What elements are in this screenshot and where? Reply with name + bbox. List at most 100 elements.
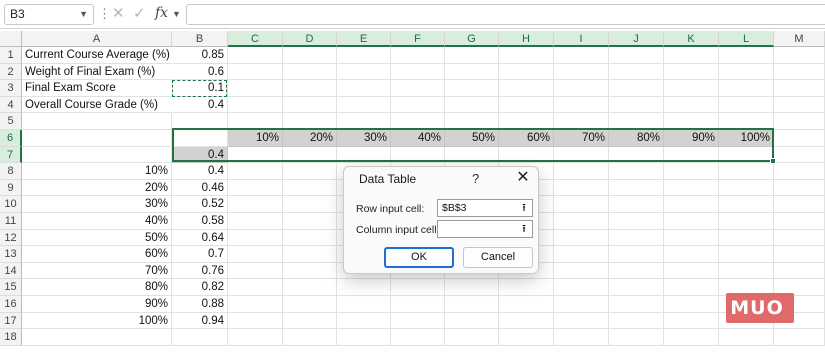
cell-k13[interactable] bbox=[664, 246, 719, 263]
cell-i3[interactable] bbox=[554, 80, 609, 97]
row-header-4[interactable]: 4 bbox=[0, 96, 22, 114]
cell-m8[interactable] bbox=[774, 163, 825, 180]
cell-g6[interactable]: 50% bbox=[445, 130, 499, 147]
cell-b10[interactable]: 0.52 bbox=[172, 196, 228, 213]
cell-j8[interactable] bbox=[609, 163, 664, 180]
cell-k14[interactable] bbox=[664, 262, 719, 280]
cell-c16[interactable] bbox=[228, 296, 283, 313]
cell-l7[interactable] bbox=[719, 146, 774, 164]
row-header-1[interactable]: 1 bbox=[0, 47, 22, 64]
cell-l11[interactable] bbox=[719, 213, 774, 230]
cell-g18[interactable] bbox=[445, 329, 499, 346]
fill-handle[interactable] bbox=[770, 158, 776, 164]
cell-i8[interactable] bbox=[554, 163, 609, 180]
cell-k12[interactable] bbox=[664, 229, 719, 247]
cell-i15[interactable] bbox=[554, 279, 609, 296]
cell-c18[interactable] bbox=[228, 329, 283, 346]
cell-c9[interactable] bbox=[228, 179, 283, 197]
row-header-9[interactable]: 9 bbox=[0, 179, 22, 197]
cell-d9[interactable] bbox=[283, 179, 337, 197]
row-header-11[interactable]: 11 bbox=[0, 213, 22, 230]
cell-d17[interactable] bbox=[283, 312, 337, 330]
cell-j12[interactable] bbox=[609, 229, 664, 247]
cell-b8[interactable]: 0.4 bbox=[172, 163, 228, 180]
cell-j3[interactable] bbox=[609, 80, 664, 97]
cell-i11[interactable] bbox=[554, 213, 609, 230]
close-icon[interactable]: ✕ bbox=[512, 167, 534, 189]
cell-f6[interactable]: 40% bbox=[391, 130, 445, 147]
cell-k1[interactable] bbox=[664, 47, 719, 64]
column-header-j[interactable]: J bbox=[609, 31, 664, 47]
column-header-c[interactable]: C bbox=[228, 31, 283, 47]
row-header-12[interactable]: 12 bbox=[0, 229, 22, 247]
cell-i7[interactable] bbox=[554, 146, 609, 164]
cell-i5[interactable] bbox=[554, 113, 609, 130]
cell-c10[interactable] bbox=[228, 196, 283, 213]
row-header-14[interactable]: 14 bbox=[0, 262, 22, 280]
cell-d16[interactable] bbox=[283, 296, 337, 313]
formula-input[interactable] bbox=[186, 4, 825, 25]
column-header-e[interactable]: E bbox=[337, 31, 391, 47]
cell-g4[interactable] bbox=[445, 96, 499, 114]
cell-a16[interactable]: 90% bbox=[22, 296, 172, 313]
cell-i13[interactable] bbox=[554, 246, 609, 263]
cell-b13[interactable]: 0.7 bbox=[172, 246, 228, 263]
cell-j17[interactable] bbox=[609, 312, 664, 330]
cell-m12[interactable] bbox=[774, 229, 825, 247]
cell-i14[interactable] bbox=[554, 262, 609, 280]
cell-e2[interactable] bbox=[337, 63, 391, 81]
row-header-13[interactable]: 13 bbox=[0, 246, 22, 263]
cell-h3[interactable] bbox=[499, 80, 554, 97]
cell-d8[interactable] bbox=[283, 163, 337, 180]
cell-h15[interactable] bbox=[499, 279, 554, 296]
cell-c2[interactable] bbox=[228, 63, 283, 81]
cell-b2[interactable]: 0.6 bbox=[172, 63, 228, 81]
column-input-field[interactable] bbox=[437, 220, 517, 238]
cell-d12[interactable] bbox=[283, 229, 337, 247]
select-all-corner[interactable] bbox=[0, 31, 22, 47]
cell-b5[interactable] bbox=[172, 113, 228, 130]
cell-d1[interactable] bbox=[283, 47, 337, 64]
row-header-15[interactable]: 15 bbox=[0, 279, 22, 296]
cell-h16[interactable] bbox=[499, 296, 554, 313]
cell-c3[interactable] bbox=[228, 80, 283, 97]
cell-i6[interactable]: 70% bbox=[554, 130, 609, 147]
column-header-a[interactable]: A bbox=[22, 31, 172, 47]
cell-m3[interactable] bbox=[774, 80, 825, 97]
cell-k15[interactable] bbox=[664, 279, 719, 296]
cell-g15[interactable] bbox=[445, 279, 499, 296]
help-icon[interactable]: ? bbox=[472, 171, 479, 186]
cell-e3[interactable] bbox=[337, 80, 391, 97]
cell-k5[interactable] bbox=[664, 113, 719, 130]
column-header-i[interactable]: I bbox=[554, 31, 609, 47]
column-header-g[interactable]: G bbox=[445, 31, 499, 47]
cell-m2[interactable] bbox=[774, 63, 825, 81]
cell-k6[interactable]: 90% bbox=[664, 130, 719, 147]
cell-c8[interactable] bbox=[228, 163, 283, 180]
cell-m6[interactable] bbox=[774, 130, 825, 147]
cell-j9[interactable] bbox=[609, 179, 664, 197]
cell-e15[interactable] bbox=[337, 279, 391, 296]
cell-i16[interactable] bbox=[554, 296, 609, 313]
cell-c5[interactable] bbox=[228, 113, 283, 130]
cell-g17[interactable] bbox=[445, 312, 499, 330]
column-header-l[interactable]: L bbox=[719, 31, 774, 47]
cell-c15[interactable] bbox=[228, 279, 283, 296]
cell-i4[interactable] bbox=[554, 96, 609, 114]
cell-b14[interactable]: 0.76 bbox=[172, 262, 228, 280]
cell-c4[interactable] bbox=[228, 96, 283, 114]
cell-l10[interactable] bbox=[719, 196, 774, 213]
cell-l14[interactable] bbox=[719, 262, 774, 280]
cell-k11[interactable] bbox=[664, 213, 719, 230]
cell-a14[interactable]: 70% bbox=[22, 262, 172, 280]
cell-f4[interactable] bbox=[391, 96, 445, 114]
cell-a17[interactable]: 100% bbox=[22, 312, 172, 330]
cell-a12[interactable]: 50% bbox=[22, 229, 172, 247]
cell-l6[interactable]: 100% bbox=[719, 130, 774, 147]
insert-function-icon[interactable]: fx bbox=[155, 3, 168, 23]
column-header-h[interactable]: H bbox=[499, 31, 554, 47]
cell-d6[interactable]: 20% bbox=[283, 130, 337, 147]
enter-check-icon[interactable]: ✓ bbox=[133, 4, 146, 24]
ok-button[interactable]: OK bbox=[384, 247, 454, 268]
cell-g16[interactable] bbox=[445, 296, 499, 313]
